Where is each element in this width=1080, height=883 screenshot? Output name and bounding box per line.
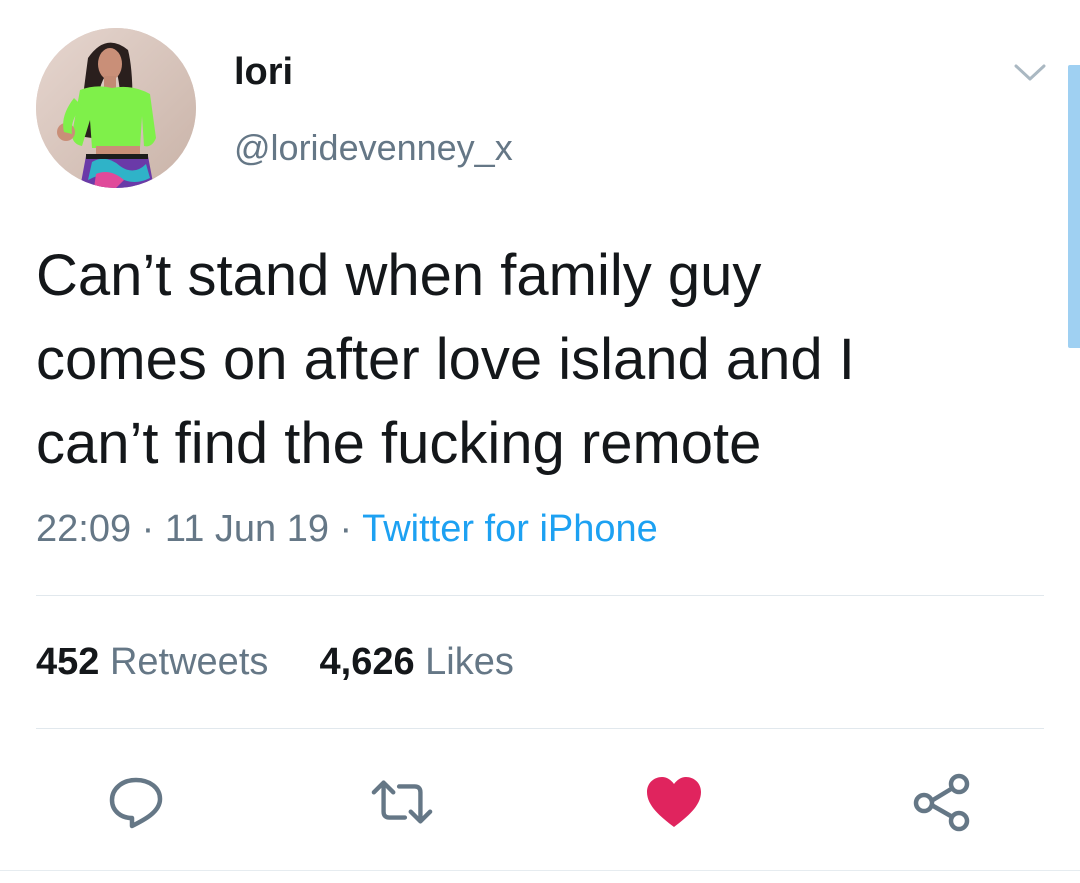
tweet-text: Can’t stand when family guy comes on aft…	[36, 234, 1016, 486]
heart-icon	[647, 777, 701, 827]
retweets-label: Retweets	[109, 641, 269, 683]
likes-stat[interactable]: 4,626 Likes	[320, 641, 514, 683]
retweets-count: 452	[36, 641, 100, 683]
tweet-source-link[interactable]: Twitter for iPhone	[362, 508, 658, 550]
divider	[0, 870, 1080, 871]
retweet-icon	[371, 780, 433, 824]
like-button[interactable]	[642, 770, 706, 834]
tweet-meta: 22:09 · 11 Jun 19 · Twitter for iPhone	[36, 505, 658, 553]
share-icon	[913, 773, 970, 832]
divider	[36, 728, 1044, 729]
share-button[interactable]	[910, 770, 974, 834]
reply-button[interactable]	[104, 770, 168, 834]
avatar-photo	[36, 28, 196, 188]
likes-count: 4,626	[319, 641, 415, 683]
tweet-stats: 452 Retweets 4,626 Likes	[36, 638, 514, 686]
likes-label: Likes	[425, 641, 514, 683]
retweets-stat[interactable]: 452 Retweets	[36, 641, 268, 683]
tweet-date: 11 Jun 19	[164, 508, 329, 550]
divider	[36, 595, 1044, 596]
retweet-button[interactable]	[370, 770, 434, 834]
avatar[interactable]	[36, 28, 196, 188]
meta-separator: ·	[141, 508, 155, 550]
tweet-text-line: can’t find the fucking remote	[36, 411, 762, 476]
chevron-down-icon	[1014, 64, 1046, 81]
tweet-menu-button[interactable]	[1010, 58, 1050, 88]
tweet-time: 22:09	[36, 508, 132, 550]
reply-icon	[109, 777, 163, 829]
scrollbar[interactable]	[1068, 65, 1080, 348]
tweet-text-line: comes on after love island and I	[36, 327, 855, 392]
user-handle[interactable]: @loridevenney_x	[234, 124, 513, 172]
meta-separator: ·	[339, 508, 353, 550]
tweet-text-line: Can’t stand when family guy	[36, 243, 762, 308]
display-name[interactable]: lori	[234, 48, 293, 96]
